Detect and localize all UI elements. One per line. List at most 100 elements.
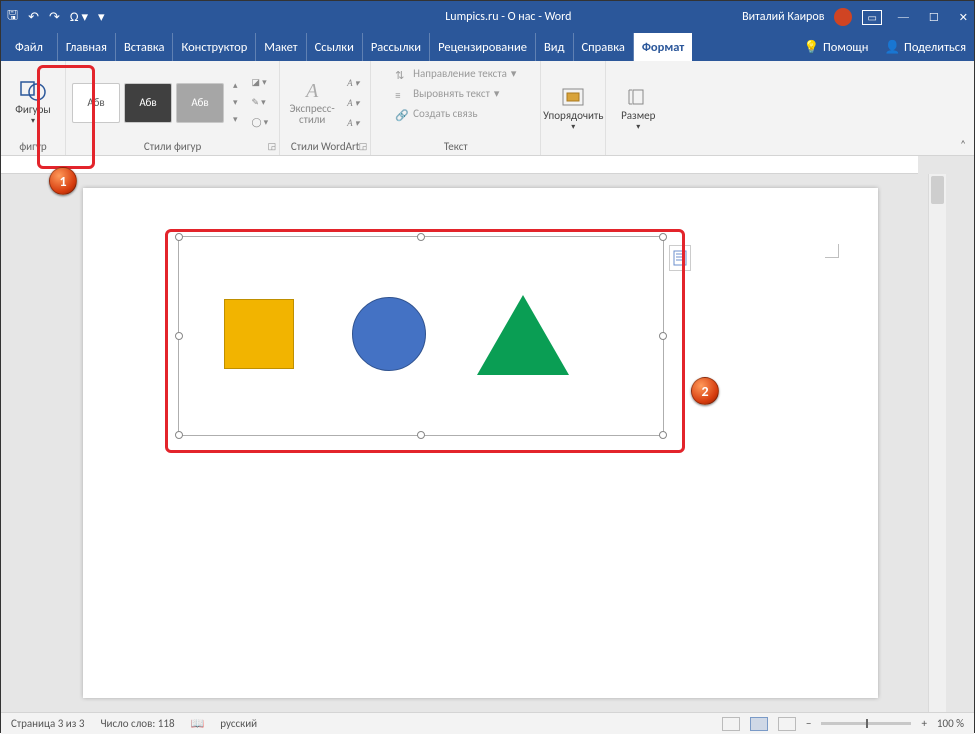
tab-file[interactable]: Файл xyxy=(1,33,58,61)
zoom-slider[interactable] xyxy=(821,722,911,725)
dialog-launcher-icon[interactable]: ◲ xyxy=(268,141,277,152)
resize-handle[interactable] xyxy=(175,233,183,241)
shape-circle[interactable] xyxy=(352,297,426,371)
link-icon: 🔗 xyxy=(395,107,409,121)
layout-options-icon xyxy=(673,250,687,266)
status-language[interactable]: русский xyxy=(220,717,257,730)
arrange-icon xyxy=(561,87,585,109)
group-label-insert: фигур xyxy=(19,140,46,153)
resize-handle[interactable] xyxy=(659,332,667,340)
scrollbar-thumb[interactable] xyxy=(931,176,944,204)
vertical-scrollbar[interactable] xyxy=(928,174,946,712)
resize-handle[interactable] xyxy=(417,233,425,241)
status-bar: Страница 3 из 3 Число слов: 118 📖 русски… xyxy=(1,712,974,734)
user-avatar-icon[interactable] xyxy=(834,8,852,26)
layout-options-button[interactable] xyxy=(669,245,691,271)
shapes-icon xyxy=(20,79,46,103)
text-effects-button[interactable]: A ▾ xyxy=(342,115,364,131)
resize-handle[interactable] xyxy=(175,431,183,439)
size-label: Размер xyxy=(621,109,655,122)
margin-indicator xyxy=(825,244,839,258)
tab-design[interactable]: Конструктор xyxy=(173,33,256,61)
share-icon: 👤 xyxy=(884,40,900,55)
document-area xyxy=(1,156,974,712)
quick-access-toolbar: 🖫 ↶ ↷ Ω ▾ ▾ xyxy=(7,6,105,28)
undo-icon[interactable]: ↶ xyxy=(28,10,39,25)
align-text-button[interactable]: ≡Выровнять текст ▾ xyxy=(395,85,499,103)
ribbon: Фигуры ▾ фигур Абв Абв Абв ▴ ▾ ▾ ◪ ▾ ✎ ▾… xyxy=(1,61,974,156)
redo-icon[interactable]: ↷ xyxy=(49,10,60,25)
tab-help[interactable]: Справка xyxy=(574,33,634,61)
shape-fill-button[interactable]: ◪ ▾ xyxy=(247,75,274,91)
resize-handle[interactable] xyxy=(659,233,667,241)
text-direction-icon: ⇅ xyxy=(395,67,409,81)
text-fill-button[interactable]: A ▾ xyxy=(342,75,364,91)
shape-style-2[interactable]: Абв xyxy=(124,83,172,123)
proofing-icon[interactable]: 📖 xyxy=(191,717,205,730)
collapse-ribbon-icon[interactable]: ˄ xyxy=(952,134,974,155)
tab-format[interactable]: Формат xyxy=(634,33,692,61)
tell-me-button[interactable]: 💡Помощн xyxy=(795,33,876,61)
shape-outline-button[interactable]: ✎ ▾ xyxy=(247,95,274,111)
status-page[interactable]: Страница 3 из 3 xyxy=(11,717,84,730)
view-read-mode-button[interactable] xyxy=(722,717,740,731)
save-icon[interactable]: 🖫 xyxy=(7,6,18,28)
zoom-in-button[interactable]: + xyxy=(921,717,926,730)
size-button[interactable]: Размер ▾ xyxy=(612,76,664,142)
shape-effects-button[interactable]: ◯ ▾ xyxy=(247,115,274,131)
tab-view[interactable]: Вид xyxy=(536,33,574,61)
arrange-button[interactable]: Упорядочить ▾ xyxy=(547,76,599,142)
ribbon-group-wordart: A Экспресс-стили A ▾ A ▾ A ▾ Стили WordA… xyxy=(280,61,371,155)
ribbon-tabs: Файл Главная Вставка Конструктор Макет С… xyxy=(1,33,974,61)
gallery-more-icon[interactable]: ▾ xyxy=(228,112,243,128)
gallery-down-icon[interactable]: ▾ xyxy=(228,95,243,111)
arrange-label: Упорядочить xyxy=(543,109,603,122)
tab-mailings[interactable]: Рассылки xyxy=(363,33,430,61)
shapes-button-label: Фигуры xyxy=(15,103,51,116)
gallery-up-icon[interactable]: ▴ xyxy=(228,78,243,94)
user-name[interactable]: Виталий Каиров xyxy=(742,10,824,24)
tab-insert[interactable]: Вставка xyxy=(116,33,174,61)
ribbon-group-size: Размер ▾ xyxy=(606,61,670,155)
group-label-wordart: Стили WordArt xyxy=(291,140,360,153)
zoom-level[interactable]: 100 % xyxy=(937,717,964,730)
align-text-icon: ≡ xyxy=(395,87,409,101)
group-label-text: Текст xyxy=(444,140,468,153)
tab-review[interactable]: Рецензирование xyxy=(430,33,536,61)
wordart-styles-button[interactable]: A Экспресс-стили xyxy=(286,70,338,136)
status-word-count[interactable]: Число слов: 118 xyxy=(100,717,174,730)
dialog-launcher-wordart-icon[interactable]: ◲ xyxy=(359,141,368,152)
symbol-icon[interactable]: Ω ▾ xyxy=(70,10,88,25)
ribbon-display-icon[interactable]: ▭ xyxy=(862,10,881,25)
ribbon-group-shape-styles: Абв Абв Абв ▴ ▾ ▾ ◪ ▾ ✎ ▾ ◯ ▾ Стили фигу… xyxy=(66,61,280,155)
resize-handle[interactable] xyxy=(175,332,183,340)
shape-style-1[interactable]: Абв xyxy=(72,83,120,123)
view-web-layout-button[interactable] xyxy=(778,717,796,731)
document-page[interactable] xyxy=(83,188,878,698)
zoom-out-button[interactable]: − xyxy=(806,717,811,730)
shape-rectangle[interactable] xyxy=(224,299,294,369)
maximize-icon[interactable]: ☐ xyxy=(929,11,939,24)
text-outline-button[interactable]: A ▾ xyxy=(342,95,364,111)
shape-triangle[interactable] xyxy=(477,295,569,375)
drawing-canvas-selection[interactable] xyxy=(178,236,664,436)
wordart-label: Экспресс-стили xyxy=(286,103,338,125)
minimize-icon[interactable]: — xyxy=(898,11,909,24)
view-print-layout-button[interactable] xyxy=(750,717,768,731)
create-link-button[interactable]: 🔗Создать связь xyxy=(395,105,477,123)
title-bar: 🖫 ↶ ↷ Ω ▾ ▾ Lumpics.ru - О нас - Word Ви… xyxy=(1,1,974,33)
wordart-icon: A xyxy=(306,80,318,103)
share-button[interactable]: 👤Поделиться xyxy=(876,33,974,61)
shapes-button[interactable]: Фигуры ▾ xyxy=(7,70,59,136)
horizontal-ruler[interactable] xyxy=(1,156,918,174)
shape-style-3[interactable]: Абв xyxy=(176,83,224,123)
chevron-down-icon: ▾ xyxy=(31,116,35,126)
size-icon xyxy=(627,87,649,109)
tab-references[interactable]: Ссылки xyxy=(307,33,363,61)
resize-handle[interactable] xyxy=(659,431,667,439)
tab-home[interactable]: Главная xyxy=(58,33,116,61)
close-icon[interactable]: ✕ xyxy=(959,11,968,24)
text-direction-button[interactable]: ⇅Направление текста ▾ xyxy=(395,65,516,83)
tab-layout[interactable]: Макет xyxy=(256,33,306,61)
resize-handle[interactable] xyxy=(417,431,425,439)
